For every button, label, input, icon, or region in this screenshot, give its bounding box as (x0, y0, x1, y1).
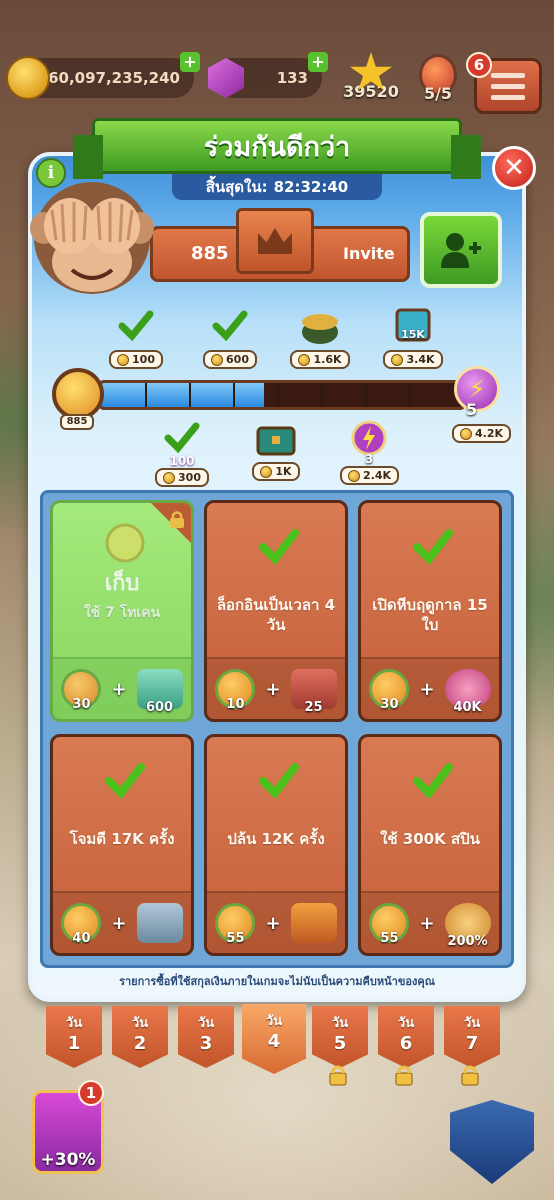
collect-label: เก็บ (104, 571, 140, 596)
milestone-bottom-3[interactable]: 3 2.4K (340, 418, 400, 486)
menu-notification-badge: 6 (466, 52, 492, 78)
task-title: ล็อกอินเป็นเวลา 4 วัน (216, 596, 336, 634)
coin-icon (6, 56, 50, 100)
coin-icon (348, 469, 360, 482)
medal-reward-icon: 55 (369, 903, 410, 946)
medal-reward-icon: 30 (61, 669, 102, 712)
checkmark-icon (164, 422, 200, 454)
checkmark-icon (105, 763, 145, 800)
milestone-bottom-2[interactable]: 1K (248, 418, 304, 482)
menu-icon (491, 72, 525, 78)
coin-balance: 260,097,235,240 + (6, 52, 200, 100)
coin-icon (391, 353, 404, 366)
treasure-chest-icon (256, 426, 296, 456)
close-icon: ✕ (503, 153, 525, 183)
chest-reward-icon (136, 903, 183, 943)
coin-icon (298, 353, 311, 366)
task-card-open-chests[interactable]: เปิดหีบฤดูกาล 15 ใบ 30 + 40K (358, 500, 502, 722)
team-score: 885 (191, 243, 229, 264)
task-title: โจมตี 17K ครั้ง (69, 830, 175, 848)
checkmark-icon (259, 763, 299, 800)
add-coins-button[interactable]: + (180, 52, 200, 72)
milestone-top-4[interactable]: 15K 3.4K (382, 306, 444, 370)
boost-offer-label: +30% (40, 1150, 96, 1170)
coin-icon (211, 353, 224, 366)
boost-offer-badge: 1 (78, 1080, 104, 1106)
task-title: เปิดหีบฤดูกาล 15 ใบ (372, 596, 488, 634)
checkmark-icon (413, 763, 453, 800)
medal-reward-icon: 30 (369, 669, 410, 712)
checkmark-icon (212, 310, 248, 342)
event-progress-bar (98, 380, 466, 410)
milestone-count: 100 (169, 454, 195, 468)
medal-reward-icon: 10 (215, 669, 256, 712)
lock-icon (395, 1065, 413, 1086)
shield-counter[interactable]: 5/5 (410, 54, 466, 103)
monkey-mascot-icon (30, 182, 154, 294)
crown-badge (236, 208, 314, 274)
invite-friend-button[interactable] (420, 212, 502, 288)
timer-label: สิ้นสุดใน: (205, 178, 268, 196)
star-amount: 39520 (343, 82, 399, 101)
progress-fill (101, 383, 264, 407)
card-pack-reward-icon: 600 (136, 669, 183, 715)
milestone-top-2[interactable]: 600 (202, 306, 258, 370)
add-gems-button[interactable]: + (308, 52, 328, 72)
lock-icon (461, 1065, 479, 1086)
task-card-raid[interactable]: ปล้น 12K ครั้ง 55 + (204, 734, 348, 956)
token-icon (105, 523, 145, 563)
task-title: ใช้ 300K สปิน (380, 830, 480, 848)
milestone-top-3[interactable]: 1.6K (290, 306, 350, 370)
add-friend-icon (441, 233, 481, 268)
task-card-collect[interactable]: เก็บ ใช้ 7 โทเคน 30 + 600 (50, 500, 194, 722)
gem-balance: 133 + (208, 52, 328, 98)
timer-value: 82:32:40 (273, 178, 349, 196)
treasure-pot-icon (302, 314, 338, 344)
shield-amount: 5/5 (423, 84, 453, 103)
medal-reward-icon: 55 (215, 903, 256, 946)
boost-potion-reward-icon: 200% (444, 903, 491, 949)
progress-current-score: 885 (60, 414, 94, 430)
close-button[interactable]: ✕ (492, 146, 536, 190)
task-card-attack[interactable]: โจมตี 17K ครั้ง 40 + (50, 734, 194, 956)
progress-start-medal-icon (52, 368, 104, 420)
coin-icon (460, 427, 472, 440)
coin-icon (117, 353, 130, 366)
purchase-disclaimer: รายการซื้อที่ใช้สกุลเงินภายในเกมจะไม่นับ… (119, 975, 435, 988)
task-card-login[interactable]: ล็อกอินเป็นเวลา 4 วัน 10 + 25 (204, 500, 348, 722)
checkmark-icon (259, 529, 299, 566)
top-hud: 260,097,235,240 + 133 + 39520 5/5 6 (0, 52, 554, 114)
checkmark-icon (413, 529, 453, 566)
coin-amount: 260,097,235,240 (37, 69, 180, 87)
chest-reward-icon (290, 903, 337, 943)
card-pack-reward-icon: 25 (290, 669, 337, 715)
milestone-bottom-1[interactable]: 100 300 (152, 418, 212, 488)
event-timer: สิ้นสุดใน: 82:32:40 (172, 174, 382, 200)
xp-potion-reward-icon: 40K (444, 669, 491, 715)
gem-icon (208, 58, 244, 98)
modal-title: ร่วมกันดีกว่า (73, 118, 481, 179)
medal-reward-icon: 40 (61, 903, 102, 946)
checkmark-icon (118, 310, 154, 342)
coin-icon (260, 465, 273, 478)
lock-icon (329, 1065, 347, 1086)
task-title: ปล้น 12K ครั้ง (227, 830, 325, 848)
crown-icon (258, 228, 292, 254)
invite-label: Invite (343, 244, 395, 263)
progress-end-count: 5 (466, 400, 478, 419)
card-pack-count: 15K (401, 328, 425, 341)
milestone-end: 4.2K (452, 424, 512, 444)
milestone-top-1[interactable]: 100 (108, 306, 164, 370)
task-card-spins[interactable]: ใช้ 300K สปิน 55 + 200% (358, 734, 502, 956)
coin-icon (163, 471, 176, 484)
gem-amount: 133 (276, 69, 308, 87)
task-title: ใช้ 7 โทเคน (83, 605, 161, 621)
lock-friend-icon (170, 511, 184, 528)
star-counter[interactable]: 39520 (338, 52, 404, 101)
